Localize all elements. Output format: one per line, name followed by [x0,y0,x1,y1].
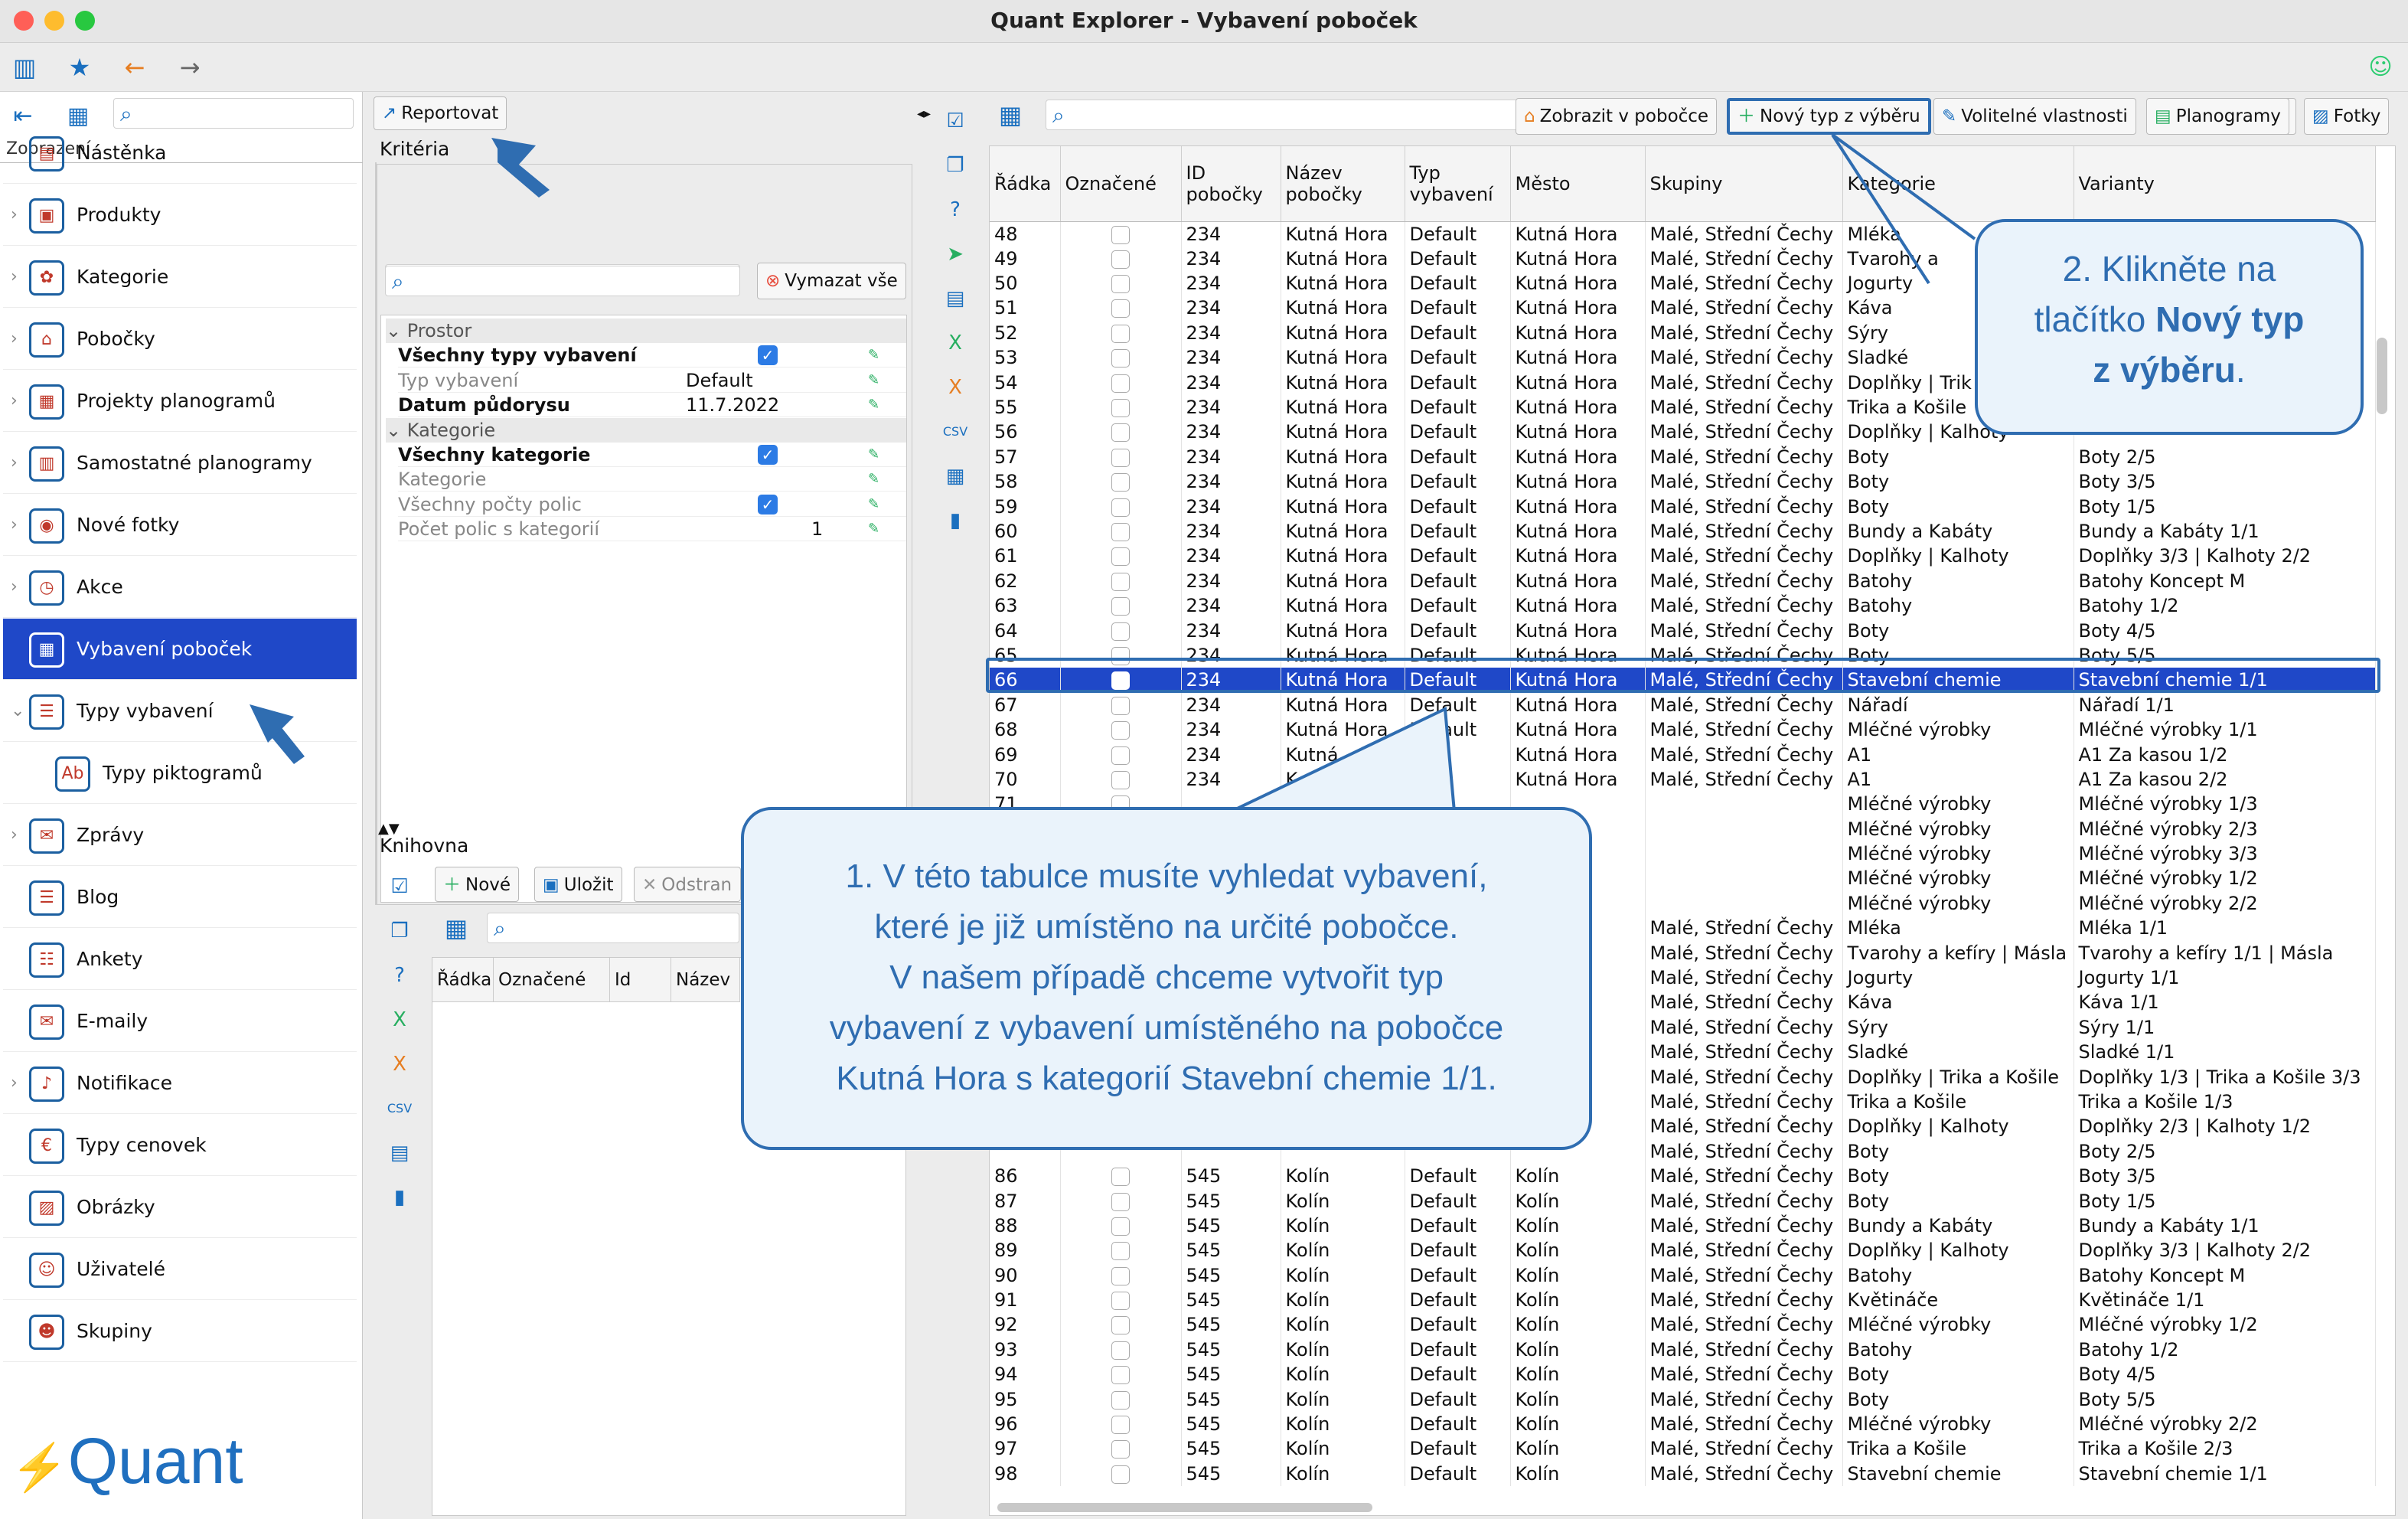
callout2-pointer-line [1831,133,1976,240]
callout2-pointer-line-b [1831,133,1930,285]
callout1-lines: 1. V této tabulce musíte vyhledat vybave… [744,851,1589,1104]
callout2-line2: tlačítko Nový typ [1978,294,2361,345]
callout1-line: V našem případě chceme vytvořit typ [889,959,1444,996]
callout2-text: tlačítko [2034,299,2156,339]
callout1-pointer [1230,706,1457,813]
callout1-line: které je již umístěno na určité pobočce. [874,908,1459,946]
callout1-line: Kutná Hora s kategorií Stavební chemie 1… [836,1060,1497,1097]
app-window: Quant Explorer - Vybavení poboček ▥ ★ ← … [0,0,2408,1519]
callout1-line: 1. V této tabulce musíte vyhledat vybave… [845,858,1488,895]
callout2-line3: z výběru. [1978,345,2361,395]
callout2-bold-text-2: z výběru [2093,350,2236,390]
instruction-callout-1: 1. V této tabulce musíte vyhledat vybave… [741,807,1592,1150]
callout1-line: vybavení z vybavení umístěného na pobočc… [829,1009,1504,1047]
instruction-callout-2: 2. Klikněte na tlačítko Nový typ z výběr… [1975,219,2364,435]
callout2-bold-text: Nový typ [2155,299,2305,339]
callout2-period: . [2235,350,2246,390]
callout2-line1: 2. Klikněte na [2062,249,2276,289]
